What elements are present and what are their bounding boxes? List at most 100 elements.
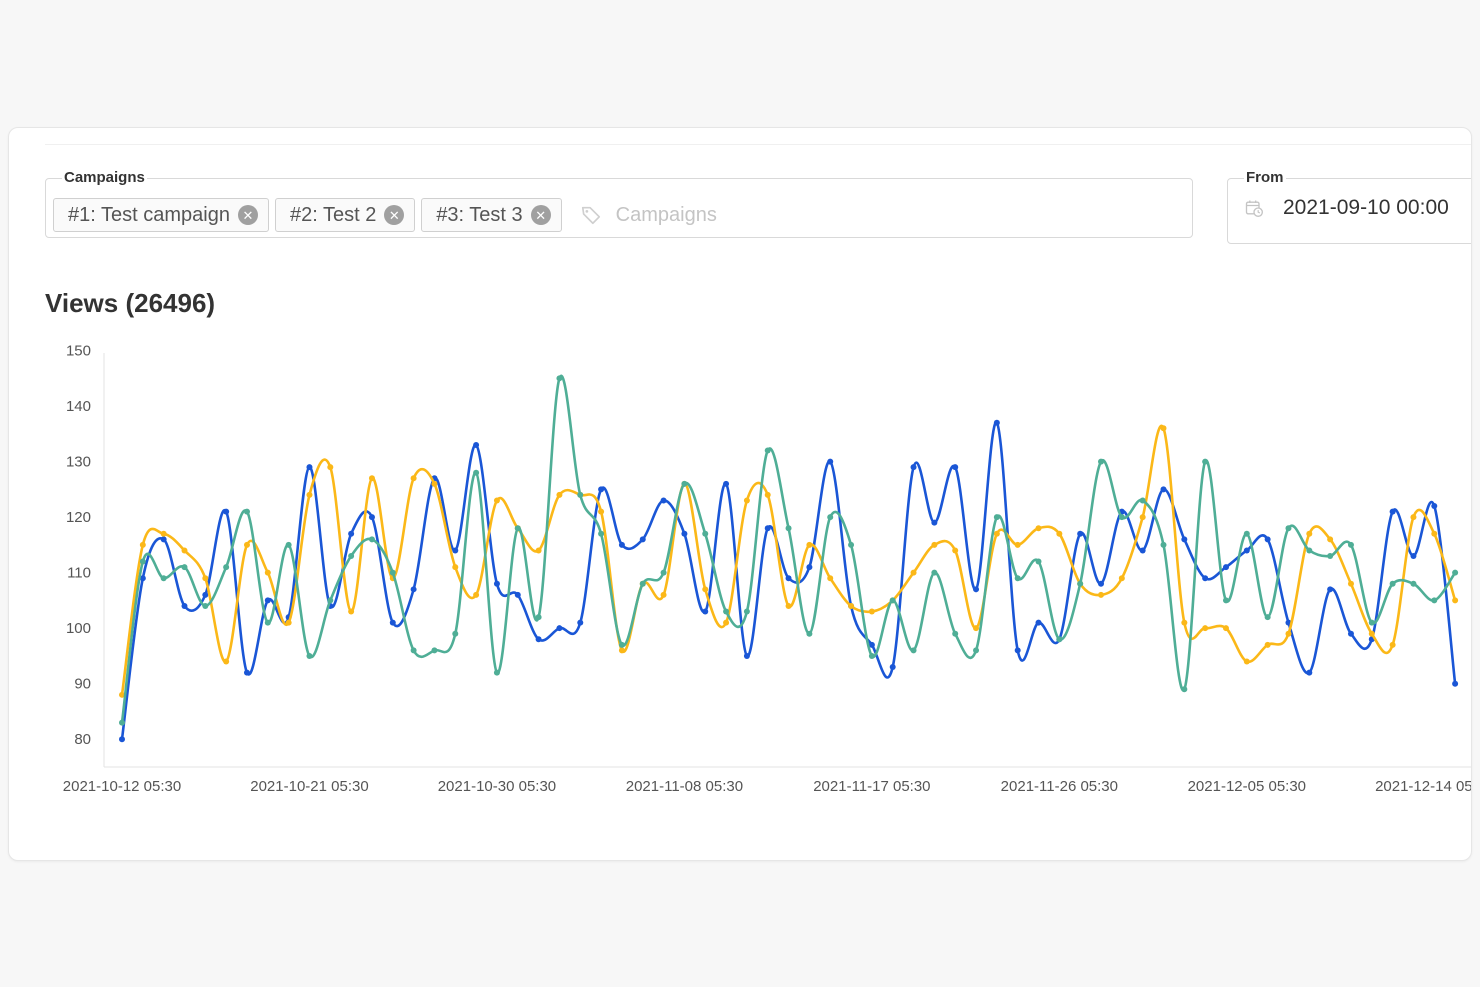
data-point: [1243, 547, 1250, 554]
data-point: [1264, 536, 1271, 543]
x-tick-label: 2021-10-30 05:30: [438, 778, 556, 795]
data-point: [764, 491, 771, 498]
data-point: [952, 547, 959, 554]
data-point: [764, 525, 771, 532]
data-point: [1035, 525, 1042, 532]
x-tick-label: 2021-12-05 05:30: [1188, 778, 1306, 795]
data-point: [827, 458, 834, 465]
data-point: [285, 541, 292, 548]
data-point: [723, 608, 730, 615]
data-point: [1410, 553, 1417, 559]
data-point: [785, 602, 792, 609]
views-line-chart: 80 90 100 110 120 130 140 150 2021-10-12 05:30 20…: [63, 343, 1471, 795]
data-point: [1327, 553, 1334, 559]
data-point: [1389, 580, 1396, 587]
data-point: [848, 541, 855, 548]
data-point: [348, 553, 355, 559]
x-tick-label: 2021-10-21 05:30: [250, 778, 368, 795]
data-point: [723, 619, 730, 626]
data-point: [368, 514, 375, 521]
data-point: [243, 669, 250, 676]
data-point: [889, 597, 896, 604]
data-point: [681, 480, 688, 487]
data-point: [702, 586, 709, 593]
data-point: [993, 514, 1000, 521]
data-point: [1306, 669, 1313, 676]
data-point: [160, 575, 167, 582]
data-point: [473, 441, 480, 448]
campaign-stats-card: Campaigns #1: Test campaign ✕ #2: Test 2…: [8, 127, 1472, 861]
data-point: [785, 575, 792, 582]
data-point: [431, 647, 438, 654]
data-point: [618, 541, 625, 548]
data-point: [535, 636, 542, 643]
data-point: [493, 580, 500, 587]
data-point: [660, 569, 667, 576]
data-point: [1035, 619, 1042, 626]
data-point: [639, 580, 646, 587]
y-tick-label: 100: [66, 620, 91, 637]
data-point: [410, 647, 417, 654]
data-point: [535, 614, 542, 621]
data-point: [556, 491, 563, 498]
data-point: [1139, 497, 1146, 504]
data-point: [473, 469, 480, 476]
data-point: [1389, 641, 1396, 648]
data-point: [577, 491, 584, 498]
y-tick-label: 80: [74, 731, 91, 748]
data-point: [618, 641, 625, 648]
y-tick-label: 110: [67, 565, 91, 582]
data-point: [535, 547, 542, 554]
data-point: [368, 475, 375, 482]
data-point: [514, 591, 521, 598]
data-point: [952, 630, 959, 637]
y-tick-label: 130: [66, 454, 91, 471]
data-point: [1264, 641, 1271, 648]
data-point: [327, 464, 334, 471]
data-point: [181, 564, 188, 571]
data-point: [702, 608, 709, 615]
data-point: [723, 480, 730, 487]
data-point: [931, 519, 938, 526]
data-point: [577, 619, 584, 626]
data-point: [160, 536, 167, 543]
data-point: [1389, 508, 1396, 515]
data-point: [973, 625, 980, 632]
data-point: [868, 608, 875, 615]
data-point: [1098, 458, 1105, 465]
data-point: [702, 530, 709, 537]
data-point: [1202, 575, 1209, 582]
data-point: [681, 530, 688, 537]
data-point: [556, 375, 563, 382]
x-tick-label: 2021-11-08 05:30: [626, 778, 743, 795]
data-point: [1118, 575, 1125, 582]
data-point: [1368, 619, 1375, 626]
data-point: [993, 530, 1000, 537]
data-point: [1431, 503, 1438, 510]
data-point: [1347, 541, 1354, 548]
data-point: [264, 597, 271, 604]
data-point: [1077, 580, 1084, 587]
data-point: [973, 647, 980, 654]
data-point: [1077, 530, 1084, 537]
data-point: [868, 652, 875, 659]
data-point: [1410, 580, 1417, 587]
data-point: [243, 541, 250, 548]
data-point: [202, 575, 209, 582]
data-point: [431, 480, 438, 487]
data-point: [306, 464, 313, 471]
data-point: [639, 536, 646, 543]
data-point: [119, 719, 125, 726]
data-point: [1243, 530, 1250, 537]
data-point: [452, 547, 459, 554]
data-point: [889, 664, 896, 671]
data-point: [910, 647, 917, 654]
data-point: [1410, 514, 1417, 521]
data-point: [452, 630, 459, 637]
data-point: [806, 630, 813, 637]
data-point: [1347, 630, 1354, 637]
data-point: [389, 619, 396, 626]
data-point: [1160, 486, 1167, 493]
data-point: [764, 447, 771, 454]
data-point: [1368, 630, 1375, 637]
